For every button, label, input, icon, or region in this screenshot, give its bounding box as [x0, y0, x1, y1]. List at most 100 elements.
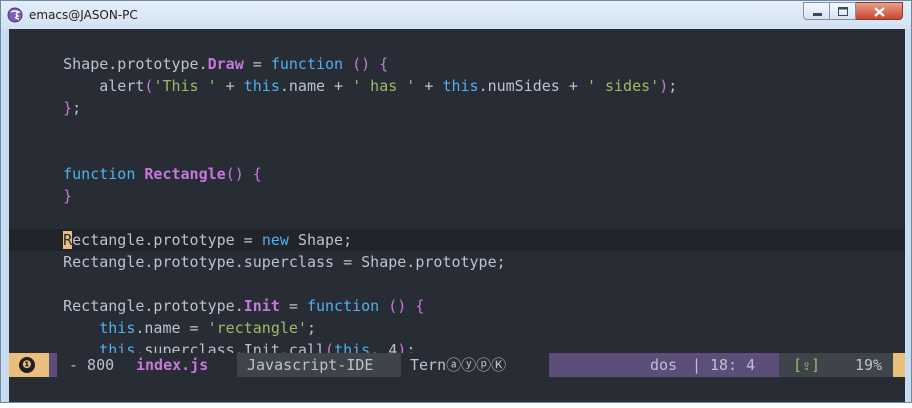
encoding[interactable]: dos — [650, 353, 677, 377]
code-token: this — [99, 319, 136, 337]
minor-modes[interactable]: TernⓐⓨⓟⓀ — [401, 353, 549, 377]
code-token: } — [63, 187, 73, 205]
minimize-button[interactable] — [803, 2, 830, 20]
code-token: , 4 — [370, 341, 398, 353]
window-title: emacs@JASON-PC — [29, 8, 138, 22]
minor-modes-label: TernⓐⓨⓟⓀ — [410, 356, 507, 374]
code-token: + — [415, 77, 443, 95]
code-line[interactable]: Rectangle.prototype.superclass = Shape.p… — [9, 251, 905, 273]
code-line[interactable]: Shape.prototype.Draw = function () { — [9, 53, 905, 75]
code-token: function — [63, 165, 136, 183]
code-token: () — [352, 55, 371, 73]
code-line[interactable]: } — [9, 185, 905, 207]
code-token: ) — [659, 77, 669, 95]
close-icon — [874, 7, 885, 17]
code-token: ' sides' — [586, 77, 660, 95]
current-code-line[interactable]: Rectangle.prototype = new Shape; — [9, 229, 905, 251]
warning-icon: ❶ — [19, 357, 35, 373]
code-token: + — [216, 77, 244, 95]
code-token: .name = — [135, 319, 208, 337]
cursor-position: 18: 4 — [710, 356, 756, 374]
close-button[interactable] — [856, 2, 903, 20]
code-line[interactable]: this.name = 'rectangle'; — [9, 317, 905, 339]
code-line[interactable] — [9, 207, 905, 229]
code-token: .name + — [279, 77, 353, 95]
code-token: ; — [668, 77, 678, 95]
code-token: } — [63, 99, 73, 117]
code-token: Init — [243, 297, 280, 315]
emacs-icon — [7, 7, 23, 23]
code-line[interactable]: }; — [9, 97, 905, 119]
buffer-size: - 800 — [69, 356, 115, 374]
code-token: 'This ' — [153, 77, 217, 95]
code-token: .superclass.Init.call — [135, 341, 326, 353]
code-token: this — [442, 77, 479, 95]
code-token: .numSides + — [478, 77, 587, 95]
mode-line-edge — [893, 353, 905, 377]
vcs-status-label: [⇪] — [793, 356, 821, 374]
code-line[interactable] — [9, 141, 905, 163]
major-mode[interactable]: Javascript-IDE — [237, 353, 401, 377]
code-token: ( — [325, 341, 335, 353]
code-token: () — [388, 297, 407, 315]
code-line[interactable]: this.superclass.Init.call(this, 4); — [9, 339, 905, 353]
code-token: new — [261, 231, 289, 249]
code-line[interactable]: Rectangle.prototype.Init = function () { — [9, 295, 905, 317]
code-editor[interactable]: Shape.prototype.Draw = function () { ale… — [9, 29, 905, 353]
echo-area[interactable] — [9, 377, 905, 402]
code-token: Draw — [207, 55, 244, 73]
code-token: { — [379, 55, 389, 73]
code-token: ; — [72, 99, 82, 117]
code-token: Rectangle — [144, 165, 226, 183]
code-token: Shape.prototype. — [63, 55, 208, 73]
title-bar[interactable]: emacs@JASON-PC — [1, 1, 911, 29]
code-token: ectangle.prototype = — [72, 231, 262, 249]
code-token: function — [270, 55, 344, 73]
minimize-icon — [813, 13, 822, 16]
code-token: 'rectangle' — [207, 319, 307, 337]
code-line[interactable]: function Rectangle() { — [9, 163, 905, 185]
code-token: Shape; — [288, 231, 353, 249]
vcs-status[interactable]: [⇪] — [779, 353, 839, 377]
code-token: ; — [306, 319, 316, 337]
buffer-percent-label: 19% — [855, 356, 883, 374]
separator: | — [692, 356, 702, 374]
buffer-info: - 800 index.js — [57, 353, 237, 377]
emacs-window: emacs@JASON-PC Shape.prototype.Draw = fu… — [0, 0, 912, 403]
code-token: Rectangle.prototype.superclass = Shape.p… — [63, 253, 506, 271]
code-token: { — [415, 297, 425, 315]
code-token: = — [243, 55, 271, 73]
code-token: this — [334, 341, 371, 353]
code-token: this — [99, 341, 136, 353]
buffer-name[interactable]: index.js — [136, 353, 208, 377]
major-mode-label: Javascript-IDE — [247, 356, 374, 374]
code-line[interactable] — [9, 273, 905, 295]
buffer-percent: 19% — [839, 353, 905, 377]
code-token: alert — [99, 77, 145, 95]
maximize-icon — [838, 7, 848, 16]
flycheck-indicator[interactable]: ❶ — [9, 353, 49, 377]
code-token: function — [306, 297, 380, 315]
code-line[interactable] — [9, 31, 905, 53]
code-token: ) — [397, 341, 407, 353]
code-token: this — [243, 77, 280, 95]
code-line[interactable]: alert('This ' + this.name + ' has ' + th… — [9, 75, 905, 97]
code-token: ' has ' — [352, 77, 416, 95]
code-line[interactable] — [9, 119, 905, 141]
code-token: Rectangle.prototype. — [63, 297, 244, 315]
code-token: ; — [406, 341, 416, 353]
code-token: = — [279, 297, 307, 315]
maximize-button[interactable] — [830, 2, 856, 20]
